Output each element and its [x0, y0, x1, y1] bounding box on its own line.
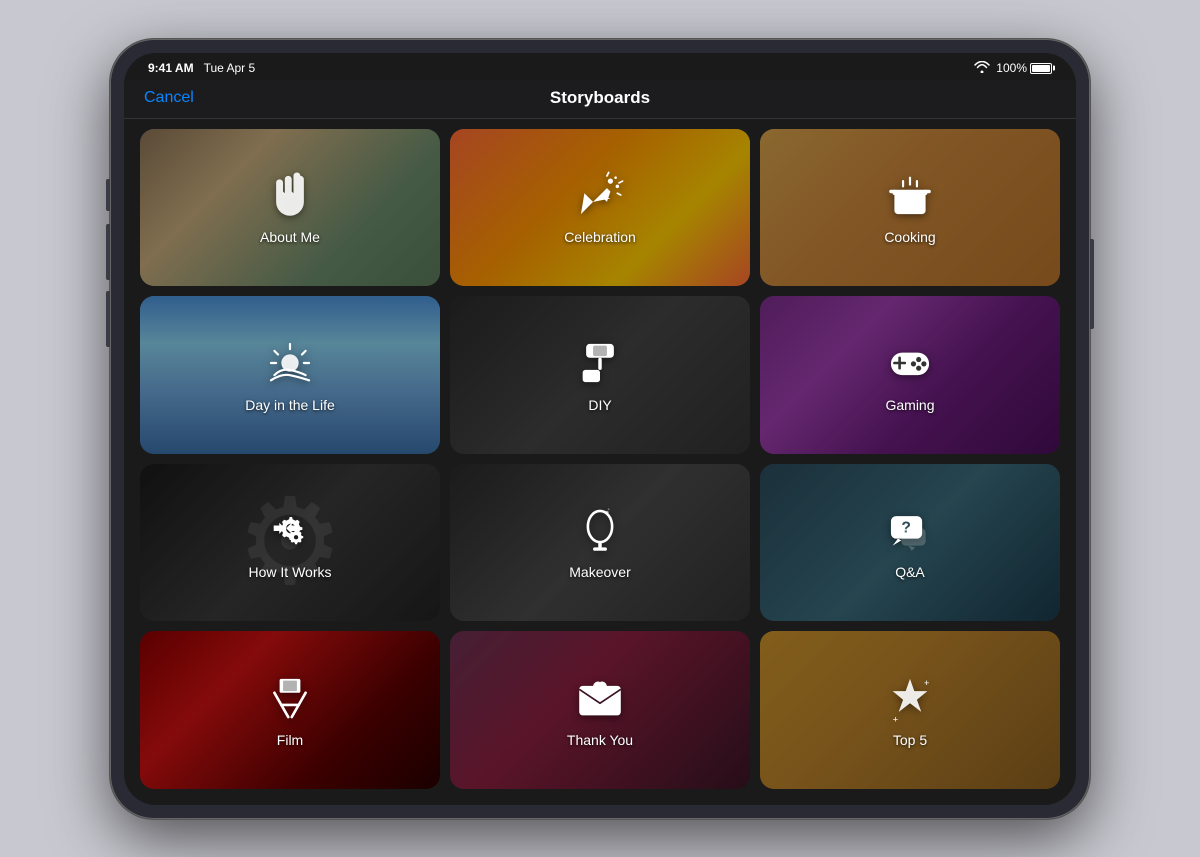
grid-item-qa[interactable]: ? Q&A [760, 464, 1060, 622]
how-it-works-label: How It Works [249, 564, 332, 580]
gamepad-icon [884, 337, 936, 389]
sunrise-icon [264, 337, 316, 389]
wifi-icon [974, 61, 990, 76]
svg-text:+: + [924, 678, 930, 689]
envelope-heart-icon [574, 672, 626, 724]
grid-item-thank-you[interactable]: Thank You [450, 631, 750, 789]
party-popper-icon [574, 169, 626, 221]
grid-item-day-in-life[interactable]: Day in the Life [140, 296, 440, 454]
top5-label: Top 5 [893, 732, 927, 748]
grid-item-how-it-works[interactable]: ⚙ [140, 464, 440, 622]
director-chair-icon [264, 672, 316, 724]
qa-label: Q&A [895, 564, 925, 580]
about-me-label: About Me [260, 229, 320, 245]
film-label: Film [277, 732, 303, 748]
celebration-label: Celebration [564, 229, 636, 245]
status-time: 9:41 AM [148, 61, 194, 75]
storyboards-grid-container: About Me [124, 119, 1076, 805]
grid-item-top5[interactable]: + + Top 5 [760, 631, 1060, 789]
nav-title: Storyboards [550, 88, 650, 108]
star-icon: + + [884, 672, 936, 724]
grid-item-gaming[interactable]: Gaming [760, 296, 1060, 454]
hand-wave-icon [264, 169, 316, 221]
grid-item-makeover[interactable]: Makeover [450, 464, 750, 622]
battery-icon [1030, 63, 1052, 74]
ipad-device: 9:41 AM Tue Apr 5 100% [110, 39, 1090, 819]
cancel-button[interactable]: Cancel [144, 89, 194, 107]
diy-label: DIY [588, 397, 611, 413]
gears-icon [264, 504, 316, 556]
svg-text:+: + [893, 714, 899, 724]
thank-you-label: Thank You [567, 732, 633, 748]
qa-bubble-icon: ? [884, 504, 936, 556]
gaming-label: Gaming [885, 397, 934, 413]
grid-item-diy[interactable]: DIY [450, 296, 750, 454]
grid-item-celebration[interactable]: Celebration [450, 129, 750, 287]
status-bar: 9:41 AM Tue Apr 5 100% [124, 53, 1076, 80]
mirror-icon [574, 504, 626, 556]
cooking-pot-icon [884, 169, 936, 221]
navigation-bar: Cancel Storyboards [124, 80, 1076, 119]
device-screen: 9:41 AM Tue Apr 5 100% [124, 53, 1076, 805]
cooking-label: Cooking [884, 229, 935, 245]
paint-roller-icon [574, 337, 626, 389]
battery-percentage: 100% [996, 61, 1027, 75]
grid-item-about-me[interactable]: About Me [140, 129, 440, 287]
makeover-label: Makeover [569, 564, 630, 580]
battery-indicator: 100% [996, 61, 1052, 75]
status-date: Tue Apr 5 [204, 61, 256, 75]
day-in-life-label: Day in the Life [245, 397, 335, 413]
grid-item-film[interactable]: Film [140, 631, 440, 789]
storyboards-grid: About Me [140, 129, 1060, 789]
grid-item-cooking[interactable]: Cooking [760, 129, 1060, 287]
